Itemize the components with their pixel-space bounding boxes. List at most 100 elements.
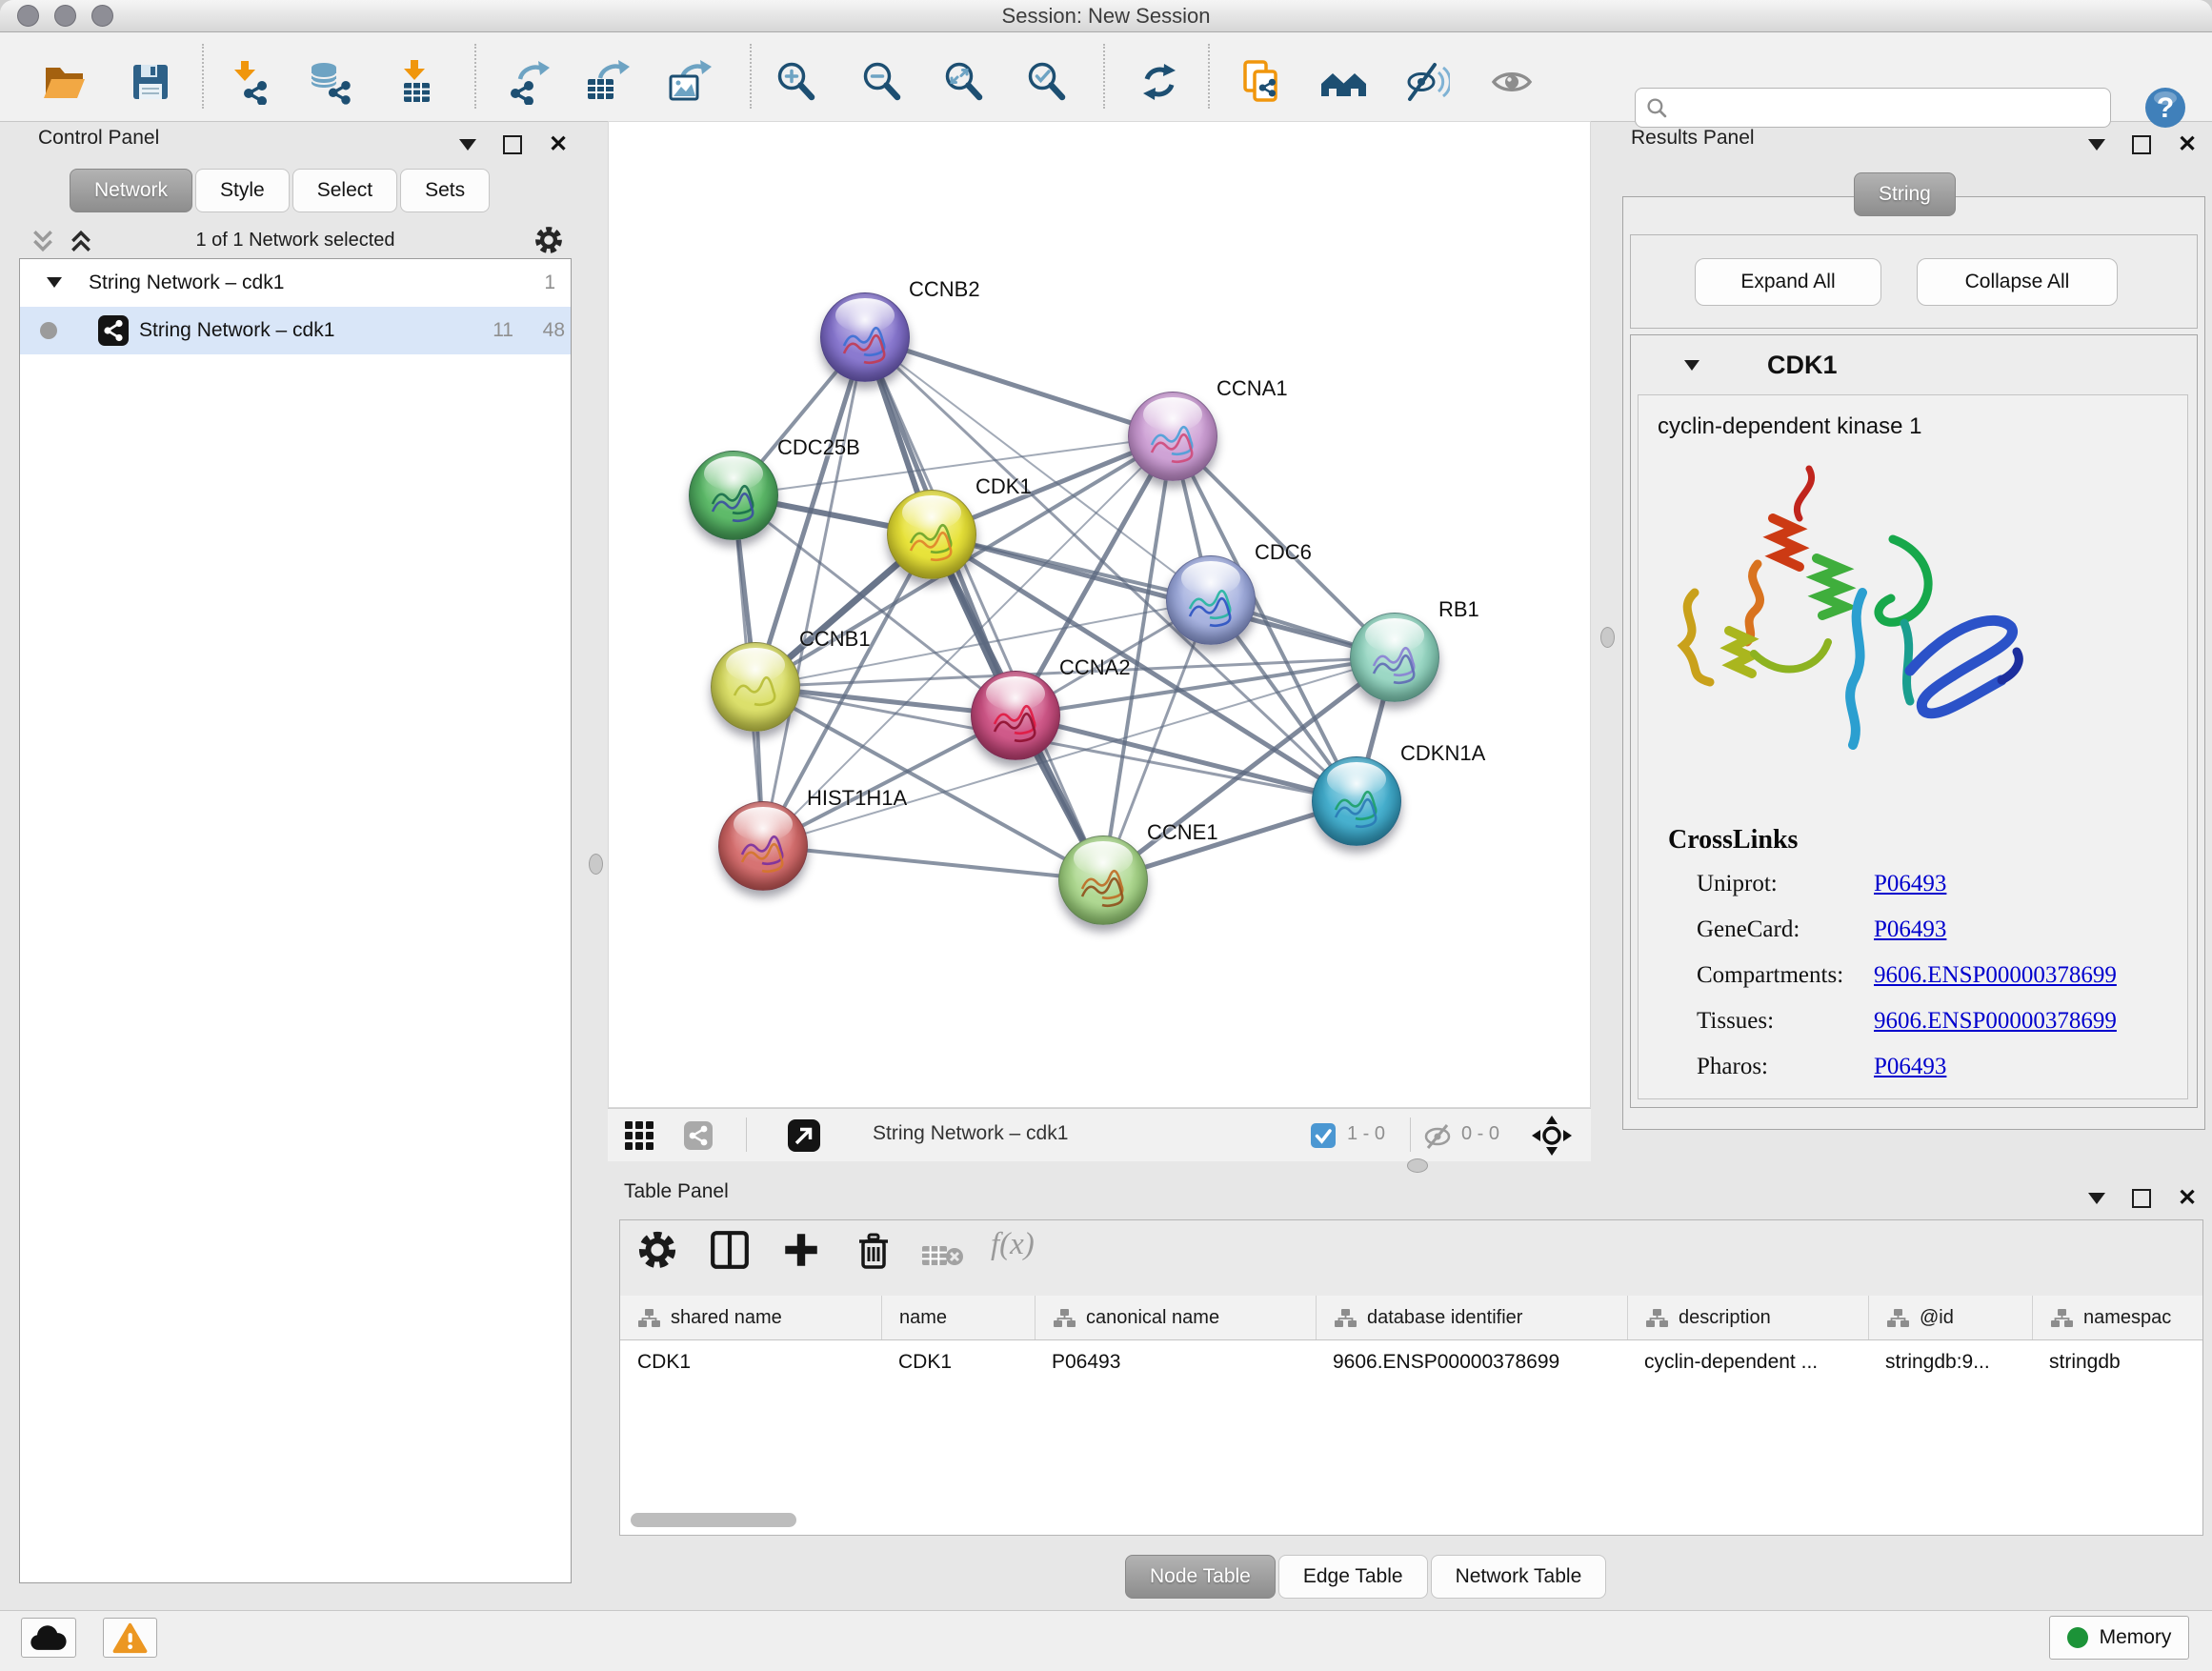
warnings-button[interactable]: [103, 1618, 157, 1658]
node-cdk1[interactable]: [887, 490, 976, 579]
collapse-all-button[interactable]: Collapse All: [1917, 258, 2118, 306]
node-ccna1[interactable]: [1128, 392, 1217, 481]
expand-all-button[interactable]: Expand All: [1695, 258, 1881, 306]
tab-network-table[interactable]: Network Table: [1431, 1555, 1607, 1599]
node-hist1h1a[interactable]: [718, 801, 808, 891]
detach-view-icon[interactable]: [787, 1118, 821, 1153]
export-network-button[interactable]: [508, 59, 553, 105]
table-cell: cyclin-dependent ...: [1627, 1340, 1868, 1384]
save-session-button[interactable]: [128, 59, 173, 105]
gene-section-caret-icon[interactable]: [1684, 360, 1699, 378]
toolbar-separator: [1208, 44, 1210, 109]
show-column-panel-icon[interactable]: [709, 1229, 751, 1271]
window-title: Session: New Session: [0, 0, 2212, 31]
column-header-canonical-name[interactable]: canonical name: [1035, 1296, 1316, 1339]
help-button[interactable]: ?: [2143, 86, 2187, 130]
zoom-out-button[interactable]: [859, 59, 905, 105]
node-cdkn1a[interactable]: [1312, 756, 1401, 846]
column-header-description[interactable]: description: [1627, 1296, 1868, 1339]
crosslink-row: Pharos:P06493: [1697, 1054, 2173, 1080]
column-header-name[interactable]: name: [881, 1296, 1035, 1339]
delete-column-icon[interactable]: [853, 1229, 895, 1271]
protein-texture: [733, 818, 794, 876]
results-panel-title: Results Panel: [1631, 127, 1755, 150]
table-options-gear-icon[interactable]: [636, 1229, 678, 1271]
bottom-splitter-handle[interactable]: [1407, 1158, 1428, 1173]
import-table-button[interactable]: [393, 59, 439, 105]
open-session-button[interactable]: [41, 59, 87, 105]
zoom-fit-content-button[interactable]: [941, 59, 987, 105]
duplicate-network-button[interactable]: [1238, 59, 1284, 105]
export-image-button[interactable]: [666, 59, 712, 105]
import-network-from-database-button[interactable]: [309, 59, 354, 105]
search-input[interactable]: [1635, 88, 2111, 128]
control-panel-menu-caret-icon[interactable]: [459, 139, 476, 159]
node-ccna2[interactable]: [971, 671, 1060, 760]
crosslink-link[interactable]: P06493: [1874, 916, 1946, 943]
table-panel-close-icon[interactable]: ✕: [2178, 1189, 2197, 1208]
protein-texture: [1326, 774, 1387, 831]
birds-eye-navigator-icon[interactable]: [1530, 1114, 1574, 1158]
collection-caret-icon[interactable]: [47, 277, 62, 295]
zoom-in-button[interactable]: [774, 59, 819, 105]
zoom-selected-button[interactable]: [1024, 59, 1070, 105]
control-panel-close-icon[interactable]: ✕: [549, 135, 568, 154]
tab-edge-table[interactable]: Edge Table: [1278, 1555, 1428, 1599]
crosslink-link[interactable]: P06493: [1874, 1054, 1946, 1080]
column-label: @id: [1920, 1307, 1954, 1329]
node-ccne1[interactable]: [1058, 836, 1148, 925]
crosslink-link[interactable]: 9606.ENSP00000378699: [1874, 1008, 2117, 1035]
network-canvas[interactable]: CCNB2CCNA1CDC25BCDK1CDC6RB1CCNB1CCNA2CDK…: [608, 121, 1591, 1108]
show-all-button[interactable]: [1489, 59, 1535, 105]
column-header--id[interactable]: @id: [1868, 1296, 2032, 1339]
node-ccnb1[interactable]: [711, 642, 800, 732]
tab-network[interactable]: Network: [70, 169, 192, 212]
tab-sets[interactable]: Sets: [400, 169, 490, 212]
node-cdc6[interactable]: [1166, 555, 1256, 645]
tab-select[interactable]: Select: [292, 169, 397, 212]
table-cell: stringdb: [2032, 1340, 2202, 1384]
control-panel-float-icon[interactable]: [503, 135, 522, 154]
export-table-button[interactable]: [584, 59, 630, 105]
grid-view-icon[interactable]: [625, 1121, 654, 1150]
crosslink-link[interactable]: P06493: [1874, 871, 1946, 897]
network-node-count: 11: [468, 319, 513, 342]
tab-style[interactable]: Style: [195, 169, 290, 212]
crosslink-label: Compartments:: [1697, 962, 1843, 988]
string-share-icon[interactable]: [684, 1121, 713, 1150]
results-panel-close-icon[interactable]: ✕: [2178, 135, 2197, 154]
network-row[interactable]: String Network – cdk1 11 48: [20, 307, 571, 354]
cloud-button[interactable]: [21, 1618, 76, 1658]
column-header-shared-name[interactable]: shared name: [620, 1296, 881, 1339]
add-column-icon[interactable]: [780, 1229, 822, 1271]
node-rb1[interactable]: [1350, 613, 1439, 702]
node-ccnb2[interactable]: [820, 292, 910, 382]
table-horizontal-scrollbar[interactable]: [631, 1513, 796, 1527]
right-splitter-handle[interactable]: [1600, 627, 1615, 648]
left-splitter-handle[interactable]: [589, 854, 603, 875]
apply-preferred-layout-button[interactable]: [1136, 59, 1182, 105]
hide-selected-button[interactable]: [1404, 59, 1450, 105]
memory-button[interactable]: Memory: [2049, 1616, 2189, 1660]
selected-checkbox-icon[interactable]: [1311, 1123, 1336, 1148]
table-panel-float-icon[interactable]: [2132, 1189, 2151, 1208]
node-label-ccnb1: CCNB1: [799, 627, 871, 652]
table-row[interactable]: CDK1CDK1P064939606.ENSP00000378699cyclin…: [620, 1340, 2202, 1384]
column-header-database-identifier[interactable]: database identifier: [1316, 1296, 1627, 1339]
network-options-gear-icon[interactable]: [533, 225, 564, 255]
show-neighbors-button[interactable]: [1321, 59, 1367, 105]
hidden-eye-icon[interactable]: [1423, 1121, 1452, 1150]
crosslink-label: Uniprot:: [1697, 871, 1778, 896]
tab-string[interactable]: String: [1854, 172, 1956, 216]
crosslinks-title: CrossLinks: [1668, 825, 1798, 856]
column-header-namespac[interactable]: namespac: [2032, 1296, 2202, 1339]
tab-node-table[interactable]: Node Table: [1125, 1555, 1276, 1599]
table-panel-menu-caret-icon[interactable]: [2088, 1193, 2105, 1213]
results-panel-float-icon[interactable]: [2132, 135, 2151, 154]
network-selection-status: 1 of 1 Network selected: [19, 230, 572, 252]
crosslink-link[interactable]: 9606.ENSP00000378699: [1874, 962, 2117, 989]
results-panel-menu-caret-icon[interactable]: [2088, 139, 2105, 159]
node-cdc25b[interactable]: [689, 451, 778, 540]
import-network-button[interactable]: [226, 59, 271, 105]
network-collection-row[interactable]: String Network – cdk1 1: [20, 261, 571, 307]
